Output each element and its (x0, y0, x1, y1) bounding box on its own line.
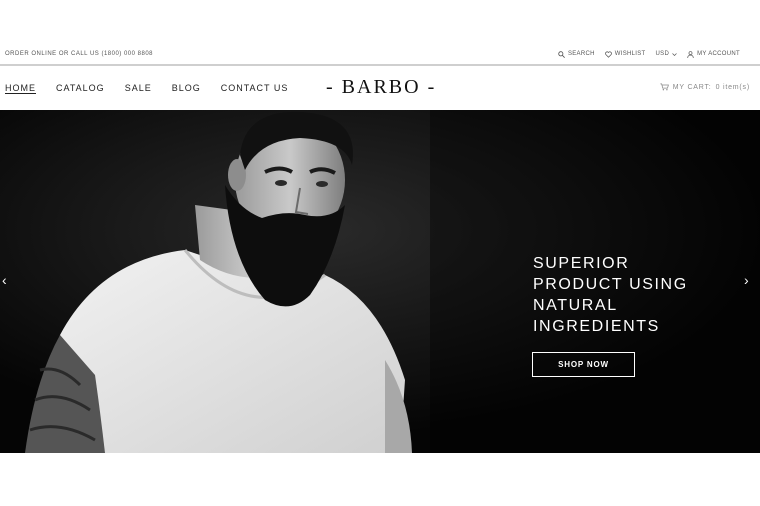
top-links: SEARCH WISHLIST USD MY ACCOUNT (558, 50, 740, 58)
hero-headline-line: NATURAL (533, 297, 618, 314)
main-navbar: HOME CATALOG SALE BLOG CONTACT US - BARB… (0, 66, 760, 110)
wishlist-link[interactable]: WISHLIST (604, 51, 646, 58)
search-link[interactable]: SEARCH (558, 50, 595, 58)
nav-item-sale[interactable]: SALE (125, 83, 152, 93)
chevron-down-icon (672, 52, 677, 56)
cart-link[interactable]: MY CART: 0 item(s) (660, 83, 750, 91)
nav-item-contact-us[interactable]: CONTACT US (221, 83, 289, 93)
order-phone-text: ORDER ONLINE OR CALL US (1800) 000 8808 (5, 51, 153, 57)
cart-label: MY CART: (672, 83, 712, 91)
cart-icon (660, 83, 669, 91)
hero-headline-line: SUPERIOR (533, 255, 630, 272)
cart-count: 0 item(s) (715, 83, 750, 91)
prev-slide-arrow[interactable]: ‹ (2, 273, 7, 287)
nav-item-blog[interactable]: BLOG (172, 83, 201, 93)
hero-headline-line: PRODUCT USING (533, 276, 688, 293)
user-icon (687, 50, 694, 58)
next-slide-arrow[interactable]: › (744, 273, 749, 287)
nav-item-home[interactable]: HOME (5, 83, 36, 93)
search-label: SEARCH (567, 51, 595, 57)
hero-slider: ‹ › SUPERIOR PRODUCT USING NATURAL INGRE… (0, 110, 760, 453)
search-icon (558, 50, 565, 58)
hero-headline-line: INGREDIENTS (533, 318, 660, 335)
nav-item-catalog[interactable]: CATALOG (56, 83, 105, 93)
wishlist-label: WISHLIST (614, 51, 646, 57)
hero-headline: SUPERIOR PRODUCT USING NATURAL INGREDIEN… (533, 253, 733, 337)
main-nav: HOME CATALOG SALE BLOG CONTACT US (0, 83, 288, 93)
shop-now-button[interactable]: SHOP NOW (532, 352, 635, 377)
account-link[interactable]: MY ACCOUNT (687, 50, 740, 58)
top-bar: ORDER ONLINE OR CALL US (1800) 000 8808 … (0, 44, 760, 64)
currency-label: USD (655, 51, 670, 57)
account-label: MY ACCOUNT (697, 51, 740, 57)
site-logo[interactable]: - BARBO - (326, 76, 436, 99)
heart-icon (604, 51, 612, 58)
currency-selector[interactable]: USD (656, 51, 678, 57)
